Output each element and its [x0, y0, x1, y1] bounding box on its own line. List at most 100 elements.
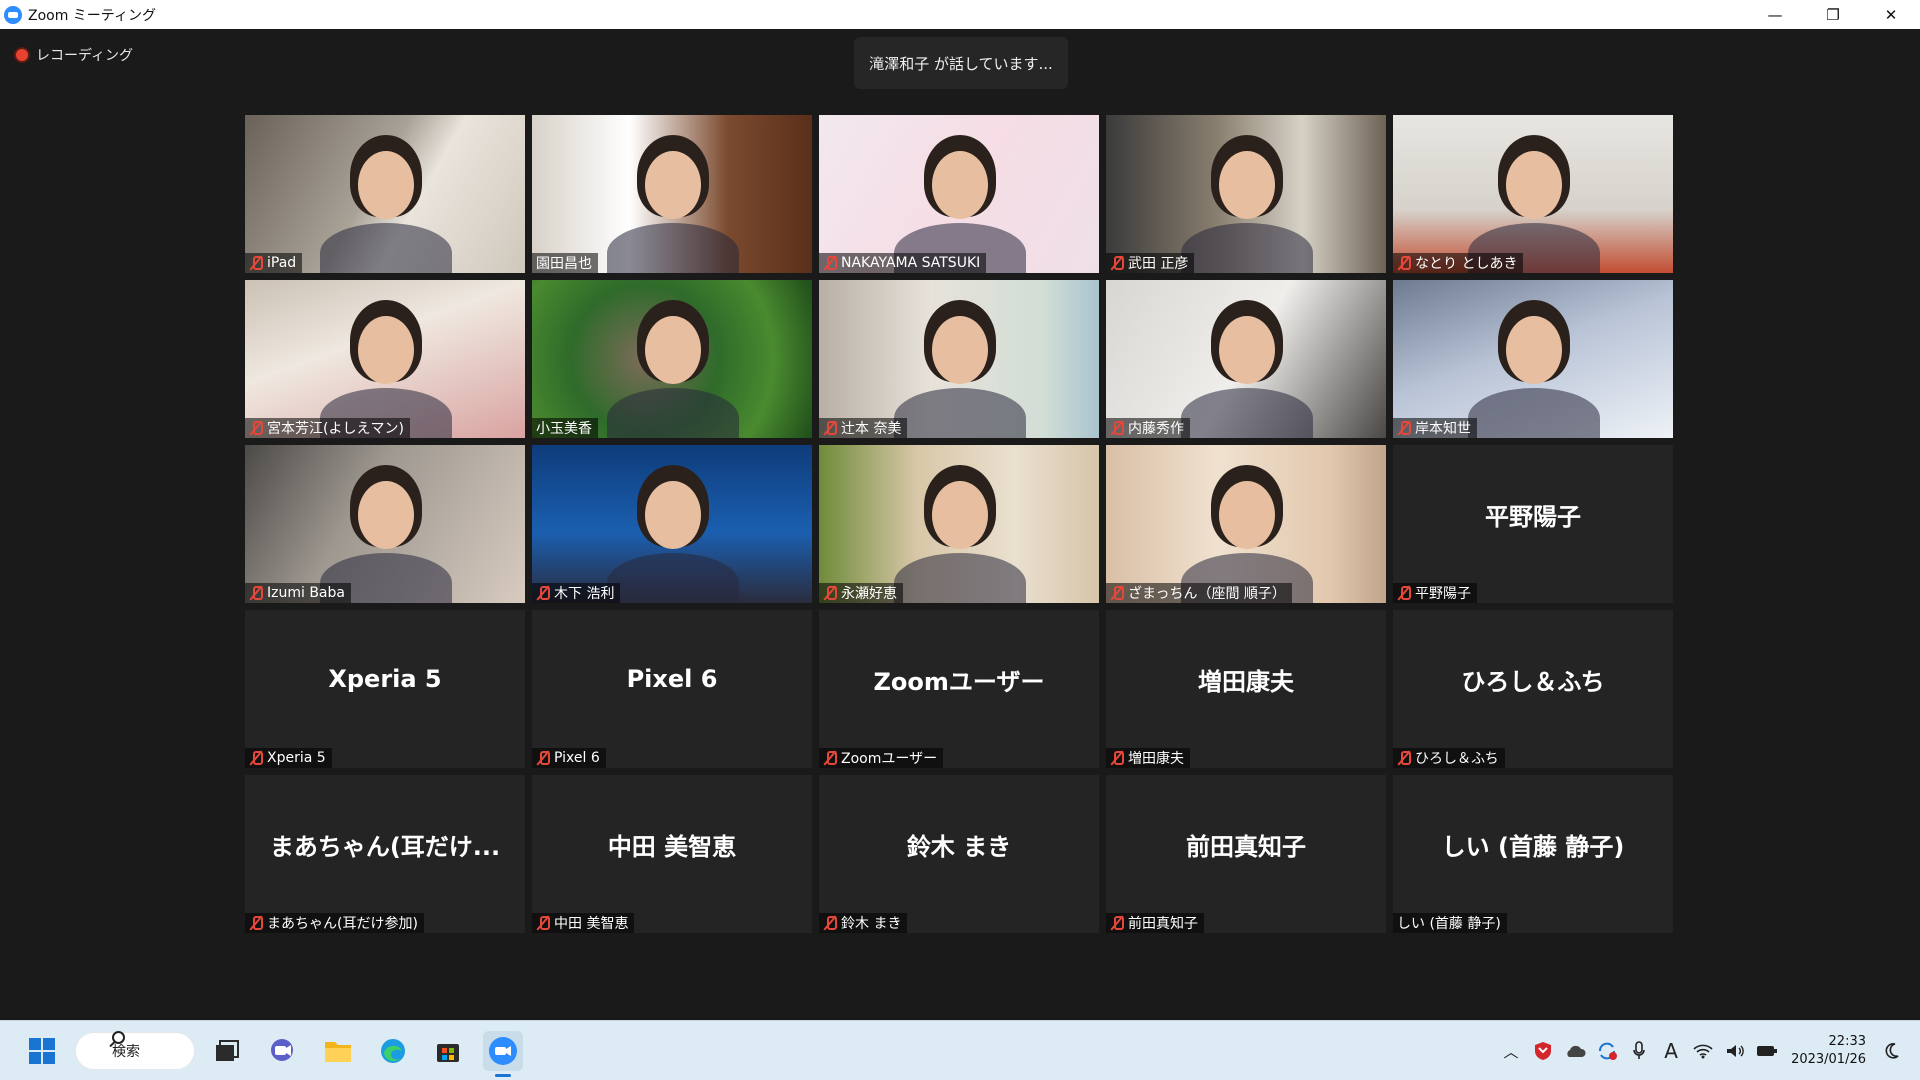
taskbar-search[interactable]: 検索 — [75, 1032, 195, 1070]
participant-video-face — [358, 316, 414, 384]
zoom-taskbar-button[interactable] — [483, 1031, 523, 1077]
participant-video-face — [932, 481, 988, 549]
participant-video-face — [645, 151, 701, 219]
participant-name-label: Izumi Baba — [245, 583, 351, 603]
mic-muted-icon — [249, 915, 263, 931]
participant-tile[interactable]: まあちゃん(耳だけ... まあちゃん(耳だけ参加) — [245, 775, 525, 933]
participant-video-body — [607, 388, 739, 438]
participant-name: Zoomユーザー — [841, 751, 938, 767]
taskbar-clock[interactable]: 22:33 2023/01/26 — [1791, 1033, 1866, 1069]
battery-icon[interactable] — [1753, 1037, 1781, 1065]
participant-tile[interactable]: NAKAYAMA SATSUKI — [819, 115, 1099, 273]
volume-icon[interactable] — [1721, 1037, 1749, 1065]
task-view-button[interactable] — [207, 1031, 247, 1071]
participant-tile[interactable]: Zoomユーザー Zoomユーザー — [819, 610, 1099, 768]
participant-tile[interactable]: ひろし＆ふち ひろし＆ふち — [1393, 610, 1673, 768]
participant-video-face — [358, 151, 414, 219]
participant-tile[interactable]: 小玉美香 — [532, 280, 812, 438]
participant-tile[interactable]: 岸本知世 — [1393, 280, 1673, 438]
participant-tile[interactable]: iPad — [245, 115, 525, 273]
participant-name-label: なとり としあき — [1393, 253, 1524, 273]
participant-tile[interactable]: 内藤秀作 — [1106, 280, 1386, 438]
edge-button[interactable] — [373, 1031, 413, 1071]
participant-tile[interactable]: 永瀬好恵 — [819, 445, 1099, 603]
participant-name: 宮本芳江(よしえマン) — [267, 421, 404, 437]
file-explorer-button[interactable] — [318, 1031, 358, 1071]
mic-muted-icon — [1397, 255, 1411, 271]
participant-tile[interactable]: Izumi Baba — [245, 445, 525, 603]
participant-tile[interactable]: Pixel 6 Pixel 6 — [532, 610, 812, 768]
windows-taskbar: 検索 ︿ A 22:33 2023/01/26 — [0, 1020, 1920, 1080]
notification-icon[interactable] — [1878, 1037, 1906, 1065]
participant-video-body — [607, 553, 739, 603]
participant-name: 中田 美智恵 — [554, 916, 629, 932]
participant-name: NAKAYAMA SATSUKI — [841, 255, 981, 271]
participant-name: 鈴木 まき — [841, 916, 902, 932]
participant-display-name: 増田康夫 — [1198, 667, 1294, 696]
participant-name-label: 武田 正彦 — [1106, 253, 1195, 273]
participant-tile[interactable]: 中田 美智恵 中田 美智恵 — [532, 775, 812, 933]
participant-video-face — [1506, 151, 1562, 219]
start-button[interactable] — [22, 1031, 62, 1071]
participant-name-label: 園田昌也 — [532, 253, 598, 273]
wifi-icon[interactable] — [1689, 1037, 1717, 1065]
participant-video-face — [1506, 316, 1562, 384]
sync-icon[interactable] — [1593, 1037, 1621, 1065]
window-controls: — ❐ ✕ — [1746, 0, 1920, 29]
participant-tile[interactable]: ざまっちん（座間 順子） — [1106, 445, 1386, 603]
participant-tile[interactable]: 武田 正彦 — [1106, 115, 1386, 273]
cloud-icon[interactable] — [1561, 1037, 1589, 1065]
participant-name-label: iPad — [245, 253, 303, 273]
participant-video-face — [645, 316, 701, 384]
participant-video-body — [607, 223, 739, 273]
participant-tile[interactable]: 辻本 奈美 — [819, 280, 1099, 438]
participant-tile[interactable]: 木下 浩利 — [532, 445, 812, 603]
input-method-icon[interactable]: A — [1657, 1037, 1685, 1065]
participant-name-label: Zoomユーザー — [819, 748, 944, 768]
participant-name-label: 岸本知世 — [1393, 418, 1477, 438]
participant-display-name: 中田 美智恵 — [607, 832, 737, 861]
participant-name-label: 中田 美智恵 — [532, 913, 635, 933]
mic-muted-icon — [1397, 420, 1411, 436]
participant-tile[interactable]: 宮本芳江(よしえマン) — [245, 280, 525, 438]
participant-tile[interactable]: 平野陽子 平野陽子 — [1393, 445, 1673, 603]
participant-name-label: ざまっちん（座間 順子） — [1106, 583, 1292, 603]
clock-date: 2023/01/26 — [1791, 1052, 1866, 1067]
participant-name-label: 鈴木 まき — [819, 913, 908, 933]
participant-name-label: 永瀬好恵 — [819, 583, 903, 603]
participant-tile[interactable]: Xperia 5 Xperia 5 — [245, 610, 525, 768]
minimize-button[interactable]: — — [1746, 0, 1804, 29]
store-icon — [437, 1044, 459, 1062]
mic-muted-icon — [1110, 255, 1124, 271]
task-view-icon — [216, 1040, 239, 1061]
mic-muted-icon — [249, 585, 263, 601]
participant-tile[interactable]: 前田真知子 前田真知子 — [1106, 775, 1386, 933]
mic-muted-icon — [536, 915, 550, 931]
microphone-icon[interactable] — [1625, 1037, 1653, 1065]
recording-indicator[interactable]: レコーディング — [16, 45, 133, 65]
chat-button[interactable] — [262, 1031, 302, 1071]
mic-muted-icon — [249, 750, 263, 766]
participant-tile[interactable]: 園田昌也 — [532, 115, 812, 273]
mic-muted-icon — [1110, 420, 1124, 436]
mic-muted-icon — [1110, 915, 1124, 931]
participant-name: 岸本知世 — [1415, 421, 1471, 437]
participant-tile[interactable]: 増田康夫 増田康夫 — [1106, 610, 1386, 768]
close-button[interactable]: ✕ — [1862, 0, 1920, 29]
participant-tile[interactable]: しい (首藤 静子) しい (首藤 静子) — [1393, 775, 1673, 933]
chevron-up-icon[interactable]: ︿ — [1497, 1037, 1525, 1065]
store-button[interactable] — [428, 1031, 468, 1071]
recording-icon — [16, 49, 28, 61]
system-tray: ︿ A 22:33 2023/01/26 — [1495, 1021, 1920, 1080]
participant-display-name: Xperia 5 — [328, 665, 442, 693]
security-shield-icon[interactable] — [1529, 1037, 1557, 1065]
participant-video-face — [1219, 481, 1275, 549]
participant-tile[interactable]: なとり としあき — [1393, 115, 1673, 273]
chat-icon — [271, 1039, 293, 1061]
zoom-icon — [489, 1037, 517, 1065]
participant-display-name: しい (首藤 静子) — [1441, 832, 1625, 861]
restore-button[interactable]: ❐ — [1804, 0, 1862, 29]
participant-tile[interactable]: 鈴木 まき 鈴木 まき — [819, 775, 1099, 933]
participant-video-face — [932, 316, 988, 384]
participant-name: 園田昌也 — [536, 256, 592, 272]
